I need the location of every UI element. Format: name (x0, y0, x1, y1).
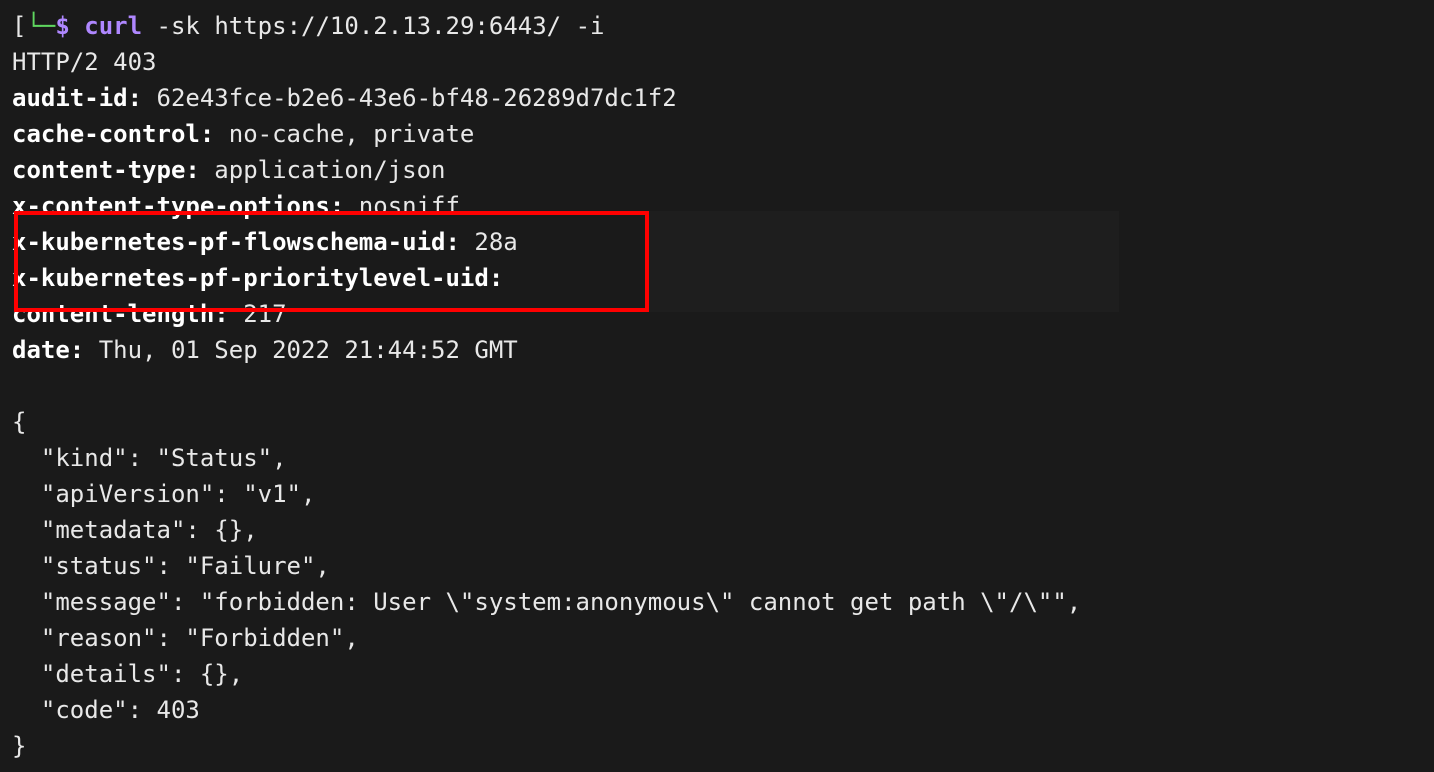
header-x-content-type-options: x-content-type-options: nosniff (12, 188, 1422, 224)
header-content-length: content-length: 217 (12, 296, 1422, 332)
header-value: nosniff (344, 192, 460, 220)
prompt-dollar: $ (55, 12, 69, 40)
header-name: content-length: (12, 300, 229, 328)
header-x-kubernetes-pf-prioritylevel-uid: x-kubernetes-pf-prioritylevel-uid: (12, 260, 1422, 296)
prompt-arrow: └─ (26, 12, 55, 40)
header-content-type: content-type: application/json (12, 152, 1422, 188)
header-name: content-type: (12, 156, 200, 184)
header-value: 217 (229, 300, 287, 328)
header-name: x-kubernetes-pf-flowschema-uid: (12, 228, 460, 256)
header-value: 28a (460, 228, 518, 256)
header-x-kubernetes-pf-flowschema-uid: x-kubernetes-pf-flowschema-uid: 28a (12, 224, 1422, 260)
header-value: Thu, 01 Sep 2022 21:44:52 GMT (84, 336, 517, 364)
header-value: 62e43fce-b2e6-43e6-bf48-26289d7dc1f2 (142, 84, 677, 112)
http-status-line: HTTP/2 403 (12, 44, 1422, 80)
header-date: date: Thu, 01 Sep 2022 21:44:52 GMT (12, 332, 1422, 368)
terminal-output: [└─$ curl -sk https://10.2.13.29:6443/ -… (12, 8, 1422, 764)
curl-flag-i: -i (576, 12, 605, 40)
header-name: audit-id: (12, 84, 142, 112)
header-name: cache-control: (12, 120, 214, 148)
header-audit-id: audit-id: 62e43fce-b2e6-43e6-bf48-26289d… (12, 80, 1422, 116)
curl-command: curl (84, 12, 142, 40)
header-name: x-content-type-options: (12, 192, 344, 220)
header-name: date: (12, 336, 84, 364)
header-name: x-kubernetes-pf-prioritylevel-uid: (12, 264, 503, 292)
header-value: no-cache, private (214, 120, 474, 148)
prompt-bracket: [ (12, 12, 26, 40)
header-value: application/json (200, 156, 446, 184)
command-prompt-line: [└─$ curl -sk https://10.2.13.29:6443/ -… (12, 8, 1422, 44)
curl-url: https://10.2.13.29:6443/ (214, 12, 561, 40)
curl-flag-sk: -sk (157, 12, 200, 40)
header-cache-control: cache-control: no-cache, private (12, 116, 1422, 152)
json-response-body: { "kind": "Status", "apiVersion": "v1", … (12, 404, 1422, 764)
